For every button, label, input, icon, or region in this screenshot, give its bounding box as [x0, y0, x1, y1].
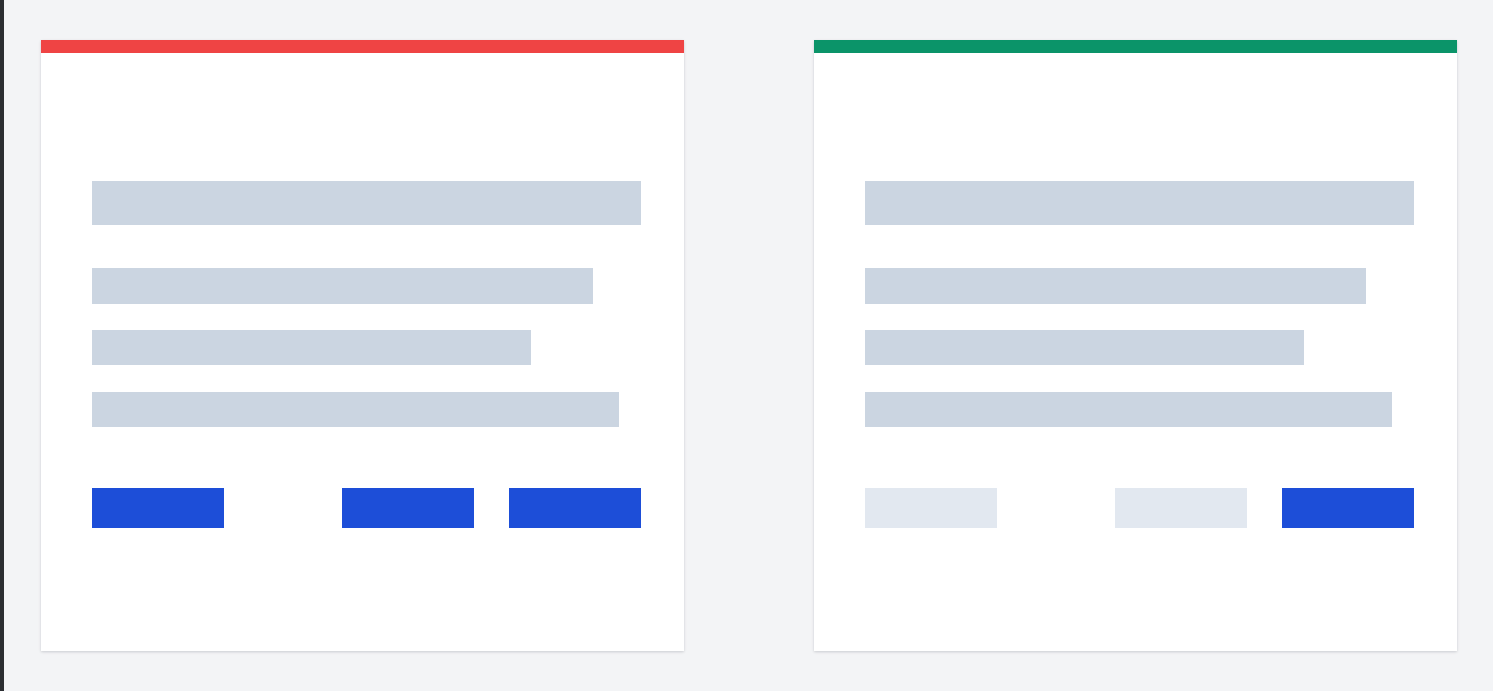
card-right — [814, 40, 1457, 651]
text-placeholder-line — [865, 392, 1392, 427]
window-edge — [0, 0, 4, 691]
text-placeholder-line — [865, 330, 1304, 365]
secondary-button[interactable] — [1115, 488, 1247, 528]
text-placeholder-line — [92, 330, 531, 365]
accent-bar-red — [41, 40, 684, 53]
primary-button[interactable] — [509, 488, 641, 528]
text-placeholder-line — [92, 268, 593, 304]
text-placeholder-line — [865, 268, 1366, 304]
title-placeholder — [92, 181, 641, 225]
accent-bar-green — [814, 40, 1457, 53]
card-left — [41, 40, 684, 651]
secondary-button[interactable] — [865, 488, 997, 528]
text-placeholder-line — [92, 392, 619, 427]
primary-button[interactable] — [92, 488, 224, 528]
primary-button[interactable] — [342, 488, 474, 528]
primary-button[interactable] — [1282, 488, 1414, 528]
title-placeholder — [865, 181, 1414, 225]
